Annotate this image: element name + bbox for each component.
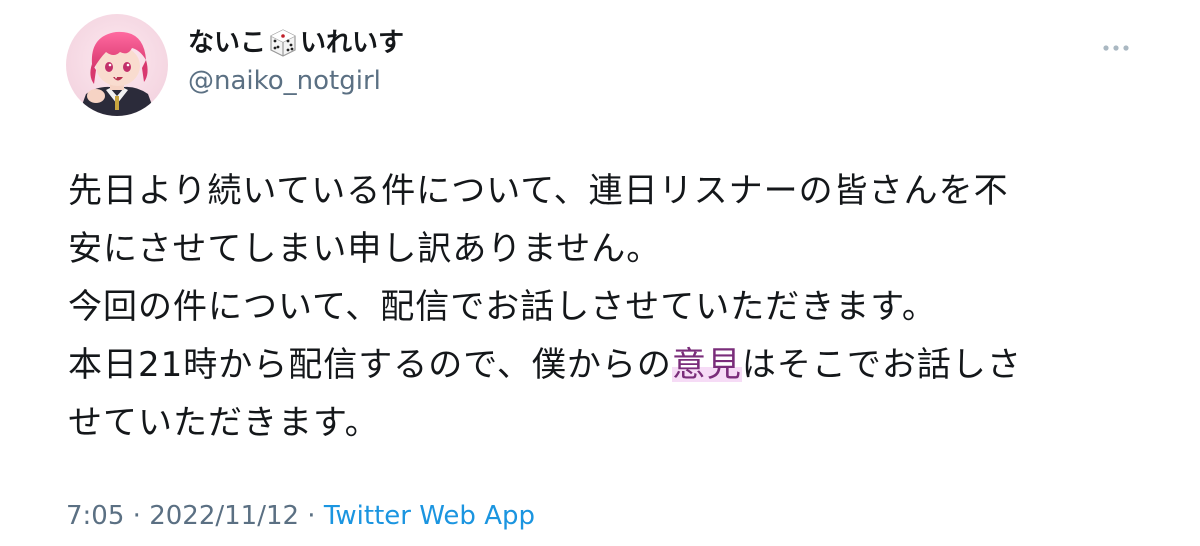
tweet-line-part: 本日21時から配信するので、僕からの	[68, 345, 672, 385]
more-horizontal-icon[interactable]	[1100, 38, 1132, 58]
tweet-time[interactable]: 7:05	[66, 501, 124, 531]
meta-separator: ·	[124, 501, 150, 531]
tweet-text: 先日より続いている件について、連日リスナーの皆さんを不 安にさせてしまい申し訳あ…	[68, 162, 1148, 452]
user-handle[interactable]: @naiko_notgirl	[188, 64, 404, 98]
user-info: ないこ いれいす @naiko_notgirl	[188, 26, 404, 98]
display-name-prefix: ないこ	[188, 28, 267, 58]
tweet-line-part: はそこでお話しさ	[741, 345, 1022, 385]
avatar-image	[66, 14, 168, 116]
tweet-line: せていただきます。	[68, 403, 380, 443]
tweet-source-link[interactable]: Twitter Web App	[324, 501, 535, 531]
tweet-line: 安にさせてしまい申し訳ありません。	[68, 229, 662, 269]
tweet-line: 先日より続いている件について、連日リスナーの皆さんを不	[68, 171, 1009, 211]
tweet-card: ないこ いれいす @naiko_notgirl 先日より続いている件について、連…	[0, 0, 1200, 546]
tweet-line: 本日21時から配信するので、僕からの意見はそこでお話しさ	[68, 336, 1148, 394]
meta-separator: ·	[299, 501, 324, 531]
tweet-metadata: 7:05 · 2022/11/12 · Twitter Web App	[66, 496, 535, 536]
avatar[interactable]	[66, 14, 168, 116]
tweet-line: 今回の件について、配信でお話しさせていただきます。	[68, 287, 937, 327]
display-name-suffix: いれいす	[300, 28, 405, 58]
dice-icon	[268, 28, 298, 58]
highlighted-word: 意見	[671, 345, 742, 385]
tweet-date[interactable]: 2022/11/12	[149, 501, 299, 531]
display-name[interactable]: ないこ いれいす	[188, 26, 404, 60]
